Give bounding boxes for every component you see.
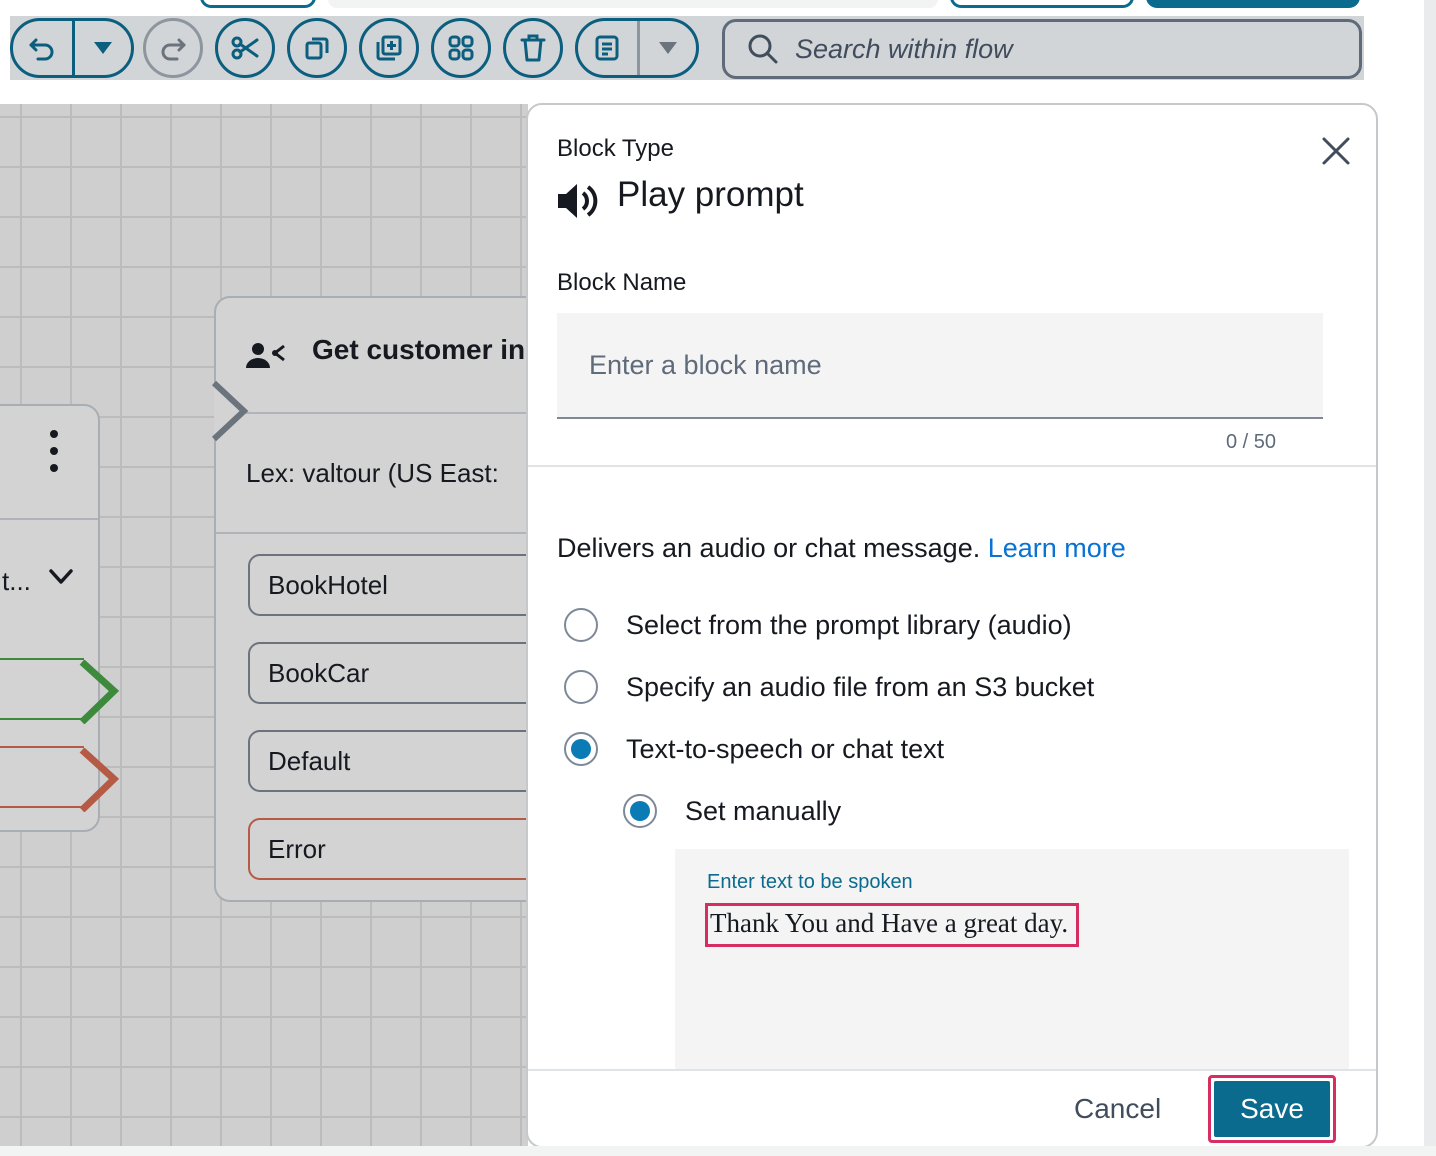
- undo-button[interactable]: [13, 21, 72, 75]
- section-divider: [528, 465, 1376, 467]
- tts-text-area[interactable]: Enter text to be spoken Thank You and Ha…: [675, 849, 1349, 1071]
- description-text: Delivers an audio or chat message.: [557, 533, 981, 563]
- tts-label: Enter text to be spoken: [707, 871, 913, 893]
- success-output[interactable]: [0, 658, 84, 720]
- flow-block-partial[interactable]: t...: [0, 404, 120, 832]
- top-field-remnant[interactable]: [328, 0, 938, 8]
- cancel-button[interactable]: Cancel: [1074, 1093, 1161, 1125]
- top-tab-remnant[interactable]: [200, 0, 316, 8]
- top-button-remnant[interactable]: [950, 0, 1134, 8]
- radio-button[interactable]: [564, 670, 598, 704]
- error-branch[interactable]: Error: [248, 818, 528, 880]
- undo-icon: [29, 38, 54, 61]
- trash-icon: [520, 34, 546, 62]
- window-edge: [1424, 0, 1436, 1156]
- radio-label: Specify an audio file from an S3 bucket: [626, 671, 1095, 702]
- caret-down-icon: [93, 42, 112, 54]
- lex-bot-label: Lex: valtour (US East:: [246, 458, 499, 488]
- flow-editor: Search within flow t... Get customer in …: [0, 0, 1436, 1156]
- intent-branch[interactable]: Default: [248, 730, 528, 792]
- output-arrow-icon[interactable]: [78, 748, 122, 812]
- document-icon: [595, 35, 619, 61]
- character-count: 0 / 50: [1226, 431, 1277, 453]
- block-header: Get customer in: [216, 298, 528, 414]
- top-primary-button-remnant[interactable]: [1146, 0, 1360, 8]
- redo-icon: [161, 38, 186, 61]
- copy-icon: [305, 37, 329, 60]
- cut-button[interactable]: [215, 18, 275, 78]
- input-connector-icon[interactable]: [212, 380, 252, 442]
- intent-branch[interactable]: BookCar: [248, 642, 528, 704]
- radio-text-to-speech[interactable]: Text-to-speech or chat text: [564, 732, 944, 766]
- radio-label: Set manually: [685, 795, 842, 826]
- search-icon: [748, 34, 778, 64]
- block-description: Delivers an audio or chat message. Learn…: [557, 533, 1126, 564]
- learn-more-link[interactable]: Learn more: [988, 533, 1126, 563]
- undo-split-button[interactable]: [10, 18, 134, 78]
- tts-text-value[interactable]: Thank You and Have a great day.: [705, 903, 1080, 947]
- duplicate-button[interactable]: [359, 18, 419, 78]
- chevron-down-icon[interactable]: [48, 568, 74, 586]
- grid-icon: [448, 35, 474, 61]
- footer-divider: [528, 1069, 1376, 1071]
- radio-button-selected[interactable]: [623, 794, 657, 828]
- intent-branch[interactable]: BookHotel: [248, 554, 528, 616]
- copy-button[interactable]: [287, 18, 347, 78]
- scissors-icon: [231, 36, 259, 60]
- flow-search-input[interactable]: Search within flow: [722, 19, 1362, 79]
- block-title: Get customer in: [312, 334, 526, 365]
- output-arrow-icon[interactable]: [78, 660, 122, 724]
- block-properties-panel: Block Type Play prompt Block Name 0 / 50…: [526, 103, 1378, 1148]
- radio-label: Text-to-speech or chat text: [626, 733, 945, 764]
- caret-down-icon: [658, 42, 677, 54]
- speaker-icon: [558, 184, 598, 218]
- delete-button[interactable]: [503, 18, 563, 78]
- flow-canvas[interactable]: t... Get customer in Lex: valtour (US Ea…: [0, 104, 528, 1146]
- more-menu-button[interactable]: [636, 21, 696, 75]
- customer-input-icon: [246, 343, 285, 368]
- save-button[interactable]: Save: [1208, 1075, 1336, 1143]
- bottom-strip: [0, 1146, 1436, 1156]
- get-customer-input-block[interactable]: Get customer in Lex: valtour (US East: B…: [212, 296, 528, 902]
- add-copy-icon: [376, 35, 402, 61]
- radio-set-manually[interactable]: Set manually: [623, 794, 841, 828]
- undo-menu-button[interactable]: [71, 21, 131, 75]
- block-type-label: Block Type: [557, 135, 674, 162]
- select-all-button[interactable]: [431, 18, 491, 78]
- radio-button-selected[interactable]: [564, 732, 598, 766]
- search-placeholder: Search within flow: [795, 33, 1013, 64]
- block-selected-value: t...: [2, 566, 31, 596]
- close-icon[interactable]: [1320, 135, 1352, 167]
- block-name-label: Block Name: [557, 269, 687, 296]
- block-type-title: Play prompt: [617, 175, 804, 214]
- radio-s3-bucket[interactable]: Specify an audio file from an S3 bucket: [564, 670, 1094, 704]
- radio-prompt-library[interactable]: Select from the prompt library (audio): [564, 608, 1072, 642]
- notes-split-button[interactable]: [575, 18, 699, 78]
- radio-label: Select from the prompt library (audio): [626, 609, 1072, 640]
- save-button-label: Save: [1214, 1081, 1330, 1137]
- error-output[interactable]: [0, 746, 84, 808]
- block-header: [0, 406, 98, 520]
- redo-button[interactable]: [143, 18, 203, 78]
- radio-button[interactable]: [564, 608, 598, 642]
- block-divider: [216, 532, 528, 534]
- kebab-menu-icon[interactable]: [42, 430, 66, 482]
- notes-button[interactable]: [578, 21, 637, 75]
- block-name-input[interactable]: [557, 313, 1323, 419]
